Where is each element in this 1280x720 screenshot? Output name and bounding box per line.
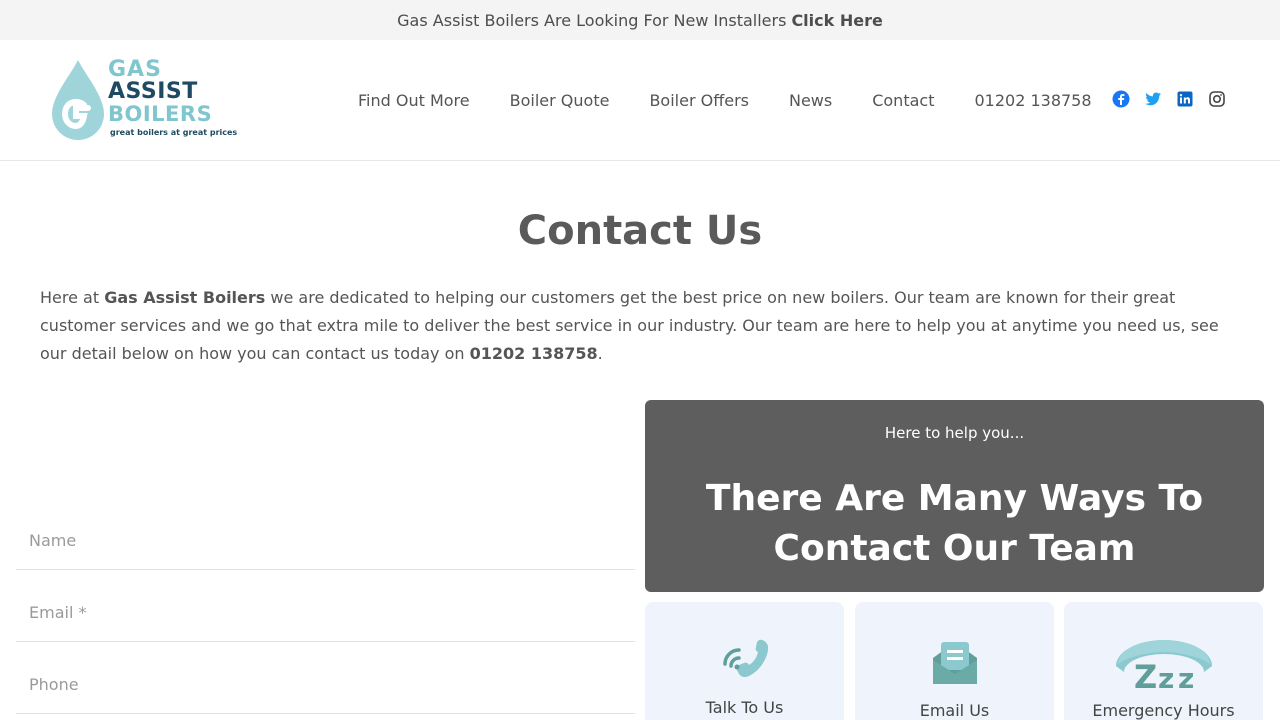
emergency-hours-card[interactable]: Z z z Emergency Hours	[1064, 602, 1263, 720]
intro-text-end: .	[597, 344, 603, 363]
sleep-zzz-icon: Z z z	[1064, 638, 1263, 690]
svg-text:z: z	[1178, 662, 1194, 690]
logo-tagline: great boilers at great prices	[110, 128, 238, 137]
linkedin-icon[interactable]	[1176, 90, 1194, 108]
announcement-text: Gas Assist Boilers Are Looking For New I…	[397, 10, 787, 30]
main-nav: Find Out More Boiler Quote Boiler Offers…	[358, 40, 1132, 160]
announcement-bar: Gas Assist Boilers Are Looking For New I…	[0, 0, 1280, 40]
nav-contact[interactable]: Contact	[872, 91, 934, 110]
email-us-card[interactable]: Email Us	[855, 602, 1054, 720]
name-field[interactable]	[16, 512, 635, 569]
logo-text-boilers: BOILERS	[108, 102, 213, 126]
phone-field[interactable]	[16, 656, 635, 713]
phone-field-wrapper	[16, 656, 635, 714]
instagram-icon[interactable]	[1208, 90, 1226, 108]
nav-boiler-offers[interactable]: Boiler Offers	[649, 91, 749, 110]
svg-text:Z: Z	[1134, 658, 1157, 690]
social-links	[1112, 90, 1226, 108]
talk-to-us-card[interactable]: Talk To Us	[645, 602, 844, 720]
intro-paragraph: Here at Gas Assist Boilers we are dedica…	[40, 284, 1240, 368]
page-title: Contact Us	[517, 208, 763, 254]
emergency-hours-label: Emergency Hours	[1092, 701, 1235, 720]
nav-find-out-more[interactable]: Find Out More	[358, 91, 470, 110]
help-heading: There Are Many Ways To Contact Our Team	[705, 478, 1204, 569]
email-field[interactable]	[16, 584, 635, 641]
intro-phone: 01202 138758	[469, 344, 598, 363]
facebook-icon[interactable]	[1112, 90, 1130, 108]
twitter-icon[interactable]	[1144, 90, 1162, 108]
phone-icon	[645, 636, 844, 684]
intro-brand: Gas Assist Boilers	[104, 288, 266, 307]
talk-to-us-label: Talk To Us	[705, 698, 784, 717]
intro-text-start: Here at	[40, 288, 105, 307]
help-panel: Here to help you... There Are Many Ways …	[645, 400, 1264, 592]
nav-news[interactable]: News	[789, 91, 832, 110]
announcement-link[interactable]: Click Here	[791, 11, 882, 30]
svg-text:z: z	[1158, 662, 1174, 690]
nav-boiler-quote[interactable]: Boiler Quote	[510, 91, 610, 110]
envelope-icon	[855, 636, 1054, 688]
email-us-label: Email Us	[919, 701, 990, 720]
site-header: GAS ASSIST BOILERS great boilers at grea…	[0, 40, 1280, 161]
logo-drop-icon	[52, 60, 104, 140]
help-kicker: Here to help you...	[884, 424, 1025, 442]
site-logo[interactable]: GAS ASSIST BOILERS great boilers at grea…	[48, 58, 237, 144]
nav-phone[interactable]: 01202 138758	[974, 91, 1091, 110]
logo-text-assist: ASSIST	[108, 79, 198, 104]
email-field-wrapper	[16, 584, 635, 642]
name-field-wrapper	[16, 512, 635, 570]
